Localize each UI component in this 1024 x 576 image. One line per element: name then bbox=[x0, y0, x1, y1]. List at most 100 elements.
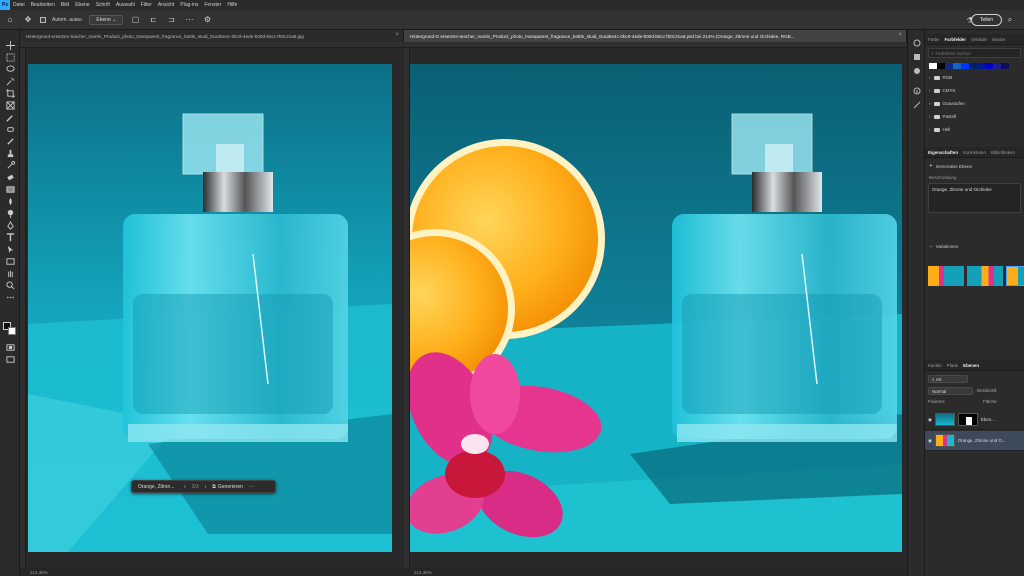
brush-tool-icon[interactable] bbox=[4, 136, 16, 146]
eyedropper-tool-icon[interactable] bbox=[4, 112, 16, 122]
more-options-icon[interactable]: ⋯ bbox=[249, 484, 254, 490]
visibility-eye-icon[interactable]: ◉ bbox=[928, 417, 932, 423]
lasso-tool-icon[interactable] bbox=[4, 64, 16, 74]
color-swatch[interactable] bbox=[1001, 63, 1009, 69]
swatch-folder-cmyk[interactable]: › CMYK bbox=[929, 88, 956, 93]
settings-gear-icon[interactable]: ⚙ bbox=[201, 14, 213, 26]
eraser-tool-icon[interactable] bbox=[4, 172, 16, 182]
blend-mode-dropdown[interactable]: Normal bbox=[928, 387, 973, 395]
color-swatch[interactable] bbox=[937, 63, 945, 69]
color-swatch[interactable] bbox=[961, 63, 969, 69]
tab-gradients[interactable]: Verläufe bbox=[971, 37, 987, 42]
generate-button[interactable]: ⧉ Generieren bbox=[212, 484, 243, 490]
healing-brush-tool-icon[interactable] bbox=[4, 124, 16, 134]
move-tool-icon[interactable] bbox=[4, 40, 16, 50]
tab-patterns[interactable]: Muster bbox=[992, 37, 1005, 42]
color-swatch[interactable] bbox=[953, 63, 961, 69]
menu-file[interactable]: Datei bbox=[10, 2, 28, 8]
dodge-tool-icon[interactable] bbox=[4, 208, 16, 218]
menu-type[interactable]: Schrift bbox=[93, 2, 113, 8]
menu-view[interactable]: Ansicht bbox=[155, 2, 177, 8]
prompt-text[interactable]: Orange, Zitron... bbox=[138, 484, 178, 490]
menu-layer[interactable]: Ebene bbox=[72, 2, 92, 8]
crop-tool-icon[interactable] bbox=[4, 88, 16, 98]
adjustments-icon[interactable] bbox=[912, 66, 922, 76]
align-left-icon[interactable]: ⊏ bbox=[147, 14, 159, 26]
object-selection-tool-icon[interactable] bbox=[4, 76, 16, 86]
blur-tool-icon[interactable] bbox=[4, 196, 16, 206]
tab-layers[interactable]: Ebenen bbox=[963, 363, 979, 368]
frame-tool-icon[interactable] bbox=[4, 100, 16, 110]
stamp-tool-icon[interactable] bbox=[4, 148, 16, 158]
search-icon[interactable]: ⌕ bbox=[1004, 14, 1016, 26]
screen-mode-icon[interactable] bbox=[4, 354, 16, 364]
document-tab-2[interactable]: Hintergrund-G ersetzen-teacher_martin_Pr… bbox=[404, 30, 907, 42]
visibility-eye-icon[interactable]: ◉ bbox=[928, 438, 932, 444]
previous-variation-icon[interactable]: ‹ bbox=[184, 484, 186, 490]
type-tool-icon[interactable] bbox=[4, 232, 16, 242]
swatch-folder-rgb[interactable]: › RGB bbox=[929, 75, 952, 80]
close-icon[interactable]: × bbox=[898, 32, 902, 38]
document-canvas-1: 214,36% bbox=[20, 42, 404, 576]
zoom-tool-icon[interactable] bbox=[4, 280, 16, 290]
align-center-icon[interactable]: ⊐ bbox=[165, 14, 177, 26]
tab-adjustments[interactable]: Korrekturen bbox=[963, 150, 986, 155]
color-swatch[interactable] bbox=[993, 63, 1001, 69]
marquee-tool-icon[interactable] bbox=[4, 52, 16, 62]
color-swatch[interactable] bbox=[929, 63, 937, 69]
transform-controls-icon[interactable]: ▢ bbox=[129, 14, 141, 26]
layer-row[interactable]: ◉ Eben... bbox=[925, 410, 1024, 430]
more-tools-icon[interactable] bbox=[4, 292, 16, 302]
swatch-folder-light[interactable]: › Hell bbox=[929, 127, 950, 132]
background-color-swatch[interactable] bbox=[8, 327, 16, 335]
variation-thumbnail-3[interactable] bbox=[1006, 266, 1024, 286]
document-tab-1[interactable]: Hintergrund-ersetzen-teacher_martin_Prod… bbox=[20, 30, 404, 42]
menu-image[interactable]: Bild bbox=[58, 2, 72, 8]
menu-help[interactable]: Hilfe bbox=[224, 2, 240, 8]
variation-thumbnail-2[interactable] bbox=[967, 266, 1003, 286]
swatch-folder-grayscale[interactable]: › Graustufen bbox=[929, 101, 965, 106]
quick-mask-icon[interactable] bbox=[4, 342, 16, 352]
color-swatch[interactable] bbox=[977, 63, 985, 69]
hand-tool-icon[interactable] bbox=[4, 268, 16, 278]
color-swatch[interactable] bbox=[985, 63, 993, 69]
document-image-1[interactable] bbox=[28, 64, 392, 552]
pen-tool-icon[interactable] bbox=[4, 220, 16, 230]
tab-channels[interactable]: Kanäle bbox=[928, 363, 942, 368]
menu-edit[interactable]: Bearbeiten bbox=[28, 2, 58, 8]
rectangle-tool-icon[interactable] bbox=[4, 256, 16, 266]
move-tool-icon[interactable]: ✥ bbox=[22, 14, 34, 26]
description-textarea[interactable]: Orange, Zitrone und Orchidee bbox=[928, 183, 1021, 213]
gradient-tool-icon[interactable] bbox=[4, 184, 16, 194]
tab-properties[interactable]: Eigenschaften bbox=[928, 150, 958, 155]
document-image-2[interactable] bbox=[410, 64, 902, 552]
color-swatch[interactable] bbox=[969, 63, 977, 69]
variation-thumbnail-1[interactable] bbox=[928, 266, 964, 286]
auto-select-checkbox[interactable] bbox=[40, 16, 46, 23]
color-panel-icon[interactable] bbox=[912, 38, 922, 48]
layers-icon[interactable] bbox=[912, 52, 922, 62]
info-icon[interactable] bbox=[912, 86, 922, 96]
swatch-search-input[interactable]: ⌕ Farbfelder suchen bbox=[928, 48, 1021, 58]
brush-settings-icon[interactable] bbox=[912, 100, 922, 110]
share-button[interactable]: Teilen bbox=[970, 14, 1002, 26]
tab-paths[interactable]: Pfade bbox=[947, 363, 958, 368]
auto-select-target-dropdown[interactable]: Ebene ⌄ bbox=[89, 14, 124, 25]
tab-swatches[interactable]: Farbfelder bbox=[944, 37, 965, 42]
color-swatch[interactable] bbox=[945, 63, 953, 69]
tab-libraries[interactable]: Bibliotheken bbox=[991, 150, 1015, 155]
menu-plugins[interactable]: Plug-ins bbox=[177, 2, 201, 8]
layer-filter-dropdown[interactable]: ⌕ Art bbox=[928, 375, 968, 383]
more-options-icon[interactable]: ⋯ bbox=[183, 14, 195, 26]
menu-select[interactable]: Auswahl bbox=[113, 2, 138, 8]
close-icon[interactable]: × bbox=[395, 32, 399, 38]
history-brush-tool-icon[interactable] bbox=[4, 160, 16, 170]
tab-color[interactable]: Farbe bbox=[928, 37, 939, 42]
home-tool-icon[interactable]: ⌂ bbox=[4, 14, 16, 26]
menu-window[interactable]: Fenster bbox=[201, 2, 224, 8]
menu-filter[interactable]: Filter bbox=[138, 2, 155, 8]
next-variation-icon[interactable]: › bbox=[205, 484, 207, 490]
layer-row-selected[interactable]: ◉ Orange, Zitrone und O... bbox=[925, 431, 1024, 451]
swatch-folder-pastel[interactable]: › Pastell bbox=[929, 114, 956, 119]
path-selection-tool-icon[interactable] bbox=[4, 244, 16, 254]
